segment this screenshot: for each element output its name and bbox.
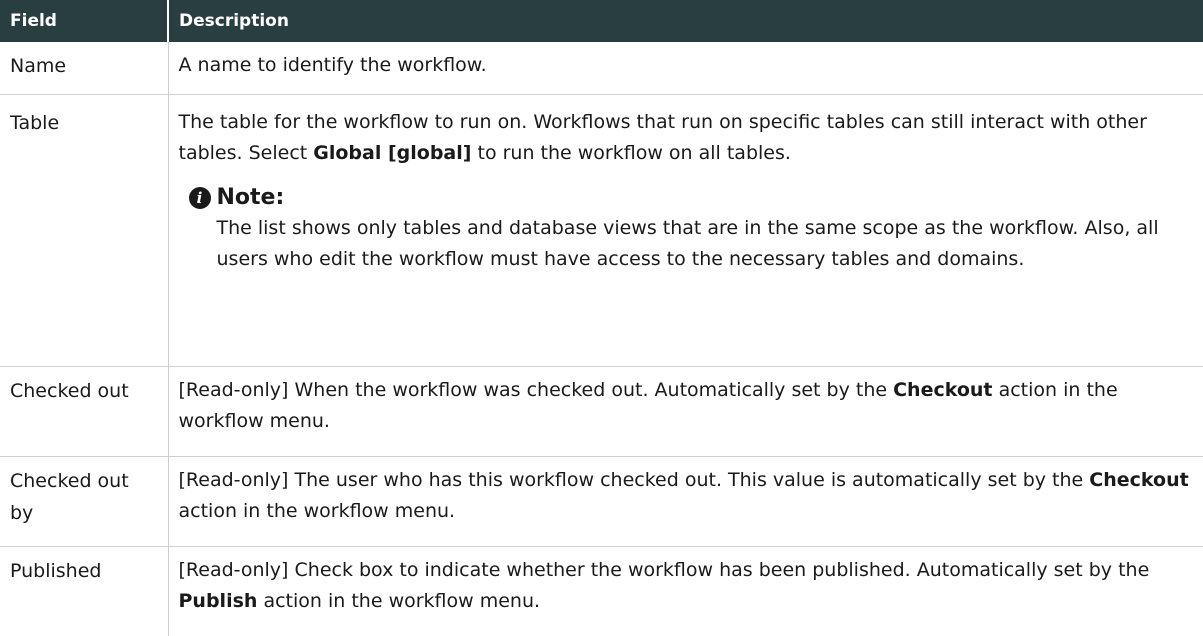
description-text-part: action in the workflow menu. xyxy=(178,500,456,522)
table-row: Table The table for the workflow to run … xyxy=(0,94,1203,367)
table-row: Name A name to identify the workflow. xyxy=(0,42,1203,95)
note-box: i Note: The list shows only tables and d… xyxy=(188,183,1194,275)
header-field: Field xyxy=(0,0,169,42)
description-cell: A name to identify the workflow. xyxy=(168,42,1203,95)
description-bold: Publish xyxy=(178,590,258,612)
description-bold: Checkout xyxy=(893,379,993,401)
field-cell: Published xyxy=(0,546,169,636)
description-cell: The table for the workflow to run on. Wo… xyxy=(168,94,1203,367)
description-bold: Checkout xyxy=(1089,469,1189,491)
description-text-part: action in the workflow menu. xyxy=(257,590,541,612)
field-cell: Name xyxy=(0,42,169,95)
note-text: The list shows only tables and database … xyxy=(216,217,1159,270)
note-title: Note: xyxy=(216,185,285,210)
description-text-part: to run the workflow on all tables. xyxy=(471,142,791,164)
description-cell: [Read-only] When the workflow was checke… xyxy=(168,366,1203,457)
field-description-table: Field Description Name A name to identif… xyxy=(0,0,1203,636)
field-cell: Checked out by xyxy=(0,456,169,547)
description-text-part: [Read-only] When the workflow was checke… xyxy=(178,379,894,401)
field-cell: Table xyxy=(0,94,169,367)
table-row: Checked out [Read-only] When the workflo… xyxy=(0,366,1203,457)
field-cell: Checked out xyxy=(0,366,169,457)
description-cell: [Read-only] Check box to indicate whethe… xyxy=(168,547,1203,636)
table-row: Checked out by [Read-only] The user who … xyxy=(0,456,1203,547)
description-text: The table for the workflow to run on. Wo… xyxy=(179,107,1194,169)
header-description: Description xyxy=(168,0,1203,42)
info-icon: i xyxy=(188,187,211,209)
description-cell: [Read-only] The user who has this workfl… xyxy=(168,456,1203,547)
note-heading: i Note: xyxy=(188,183,1194,213)
table-row: Published [Read-only] Check box to indic… xyxy=(0,546,1203,636)
header-row: Field Description xyxy=(0,0,1203,42)
description-bold: Global [global] xyxy=(313,142,472,164)
description-text-part: [Read-only] The user who has this workfl… xyxy=(178,469,1090,491)
description-text-part: [Read-only] Check box to indicate whethe… xyxy=(178,559,1150,581)
